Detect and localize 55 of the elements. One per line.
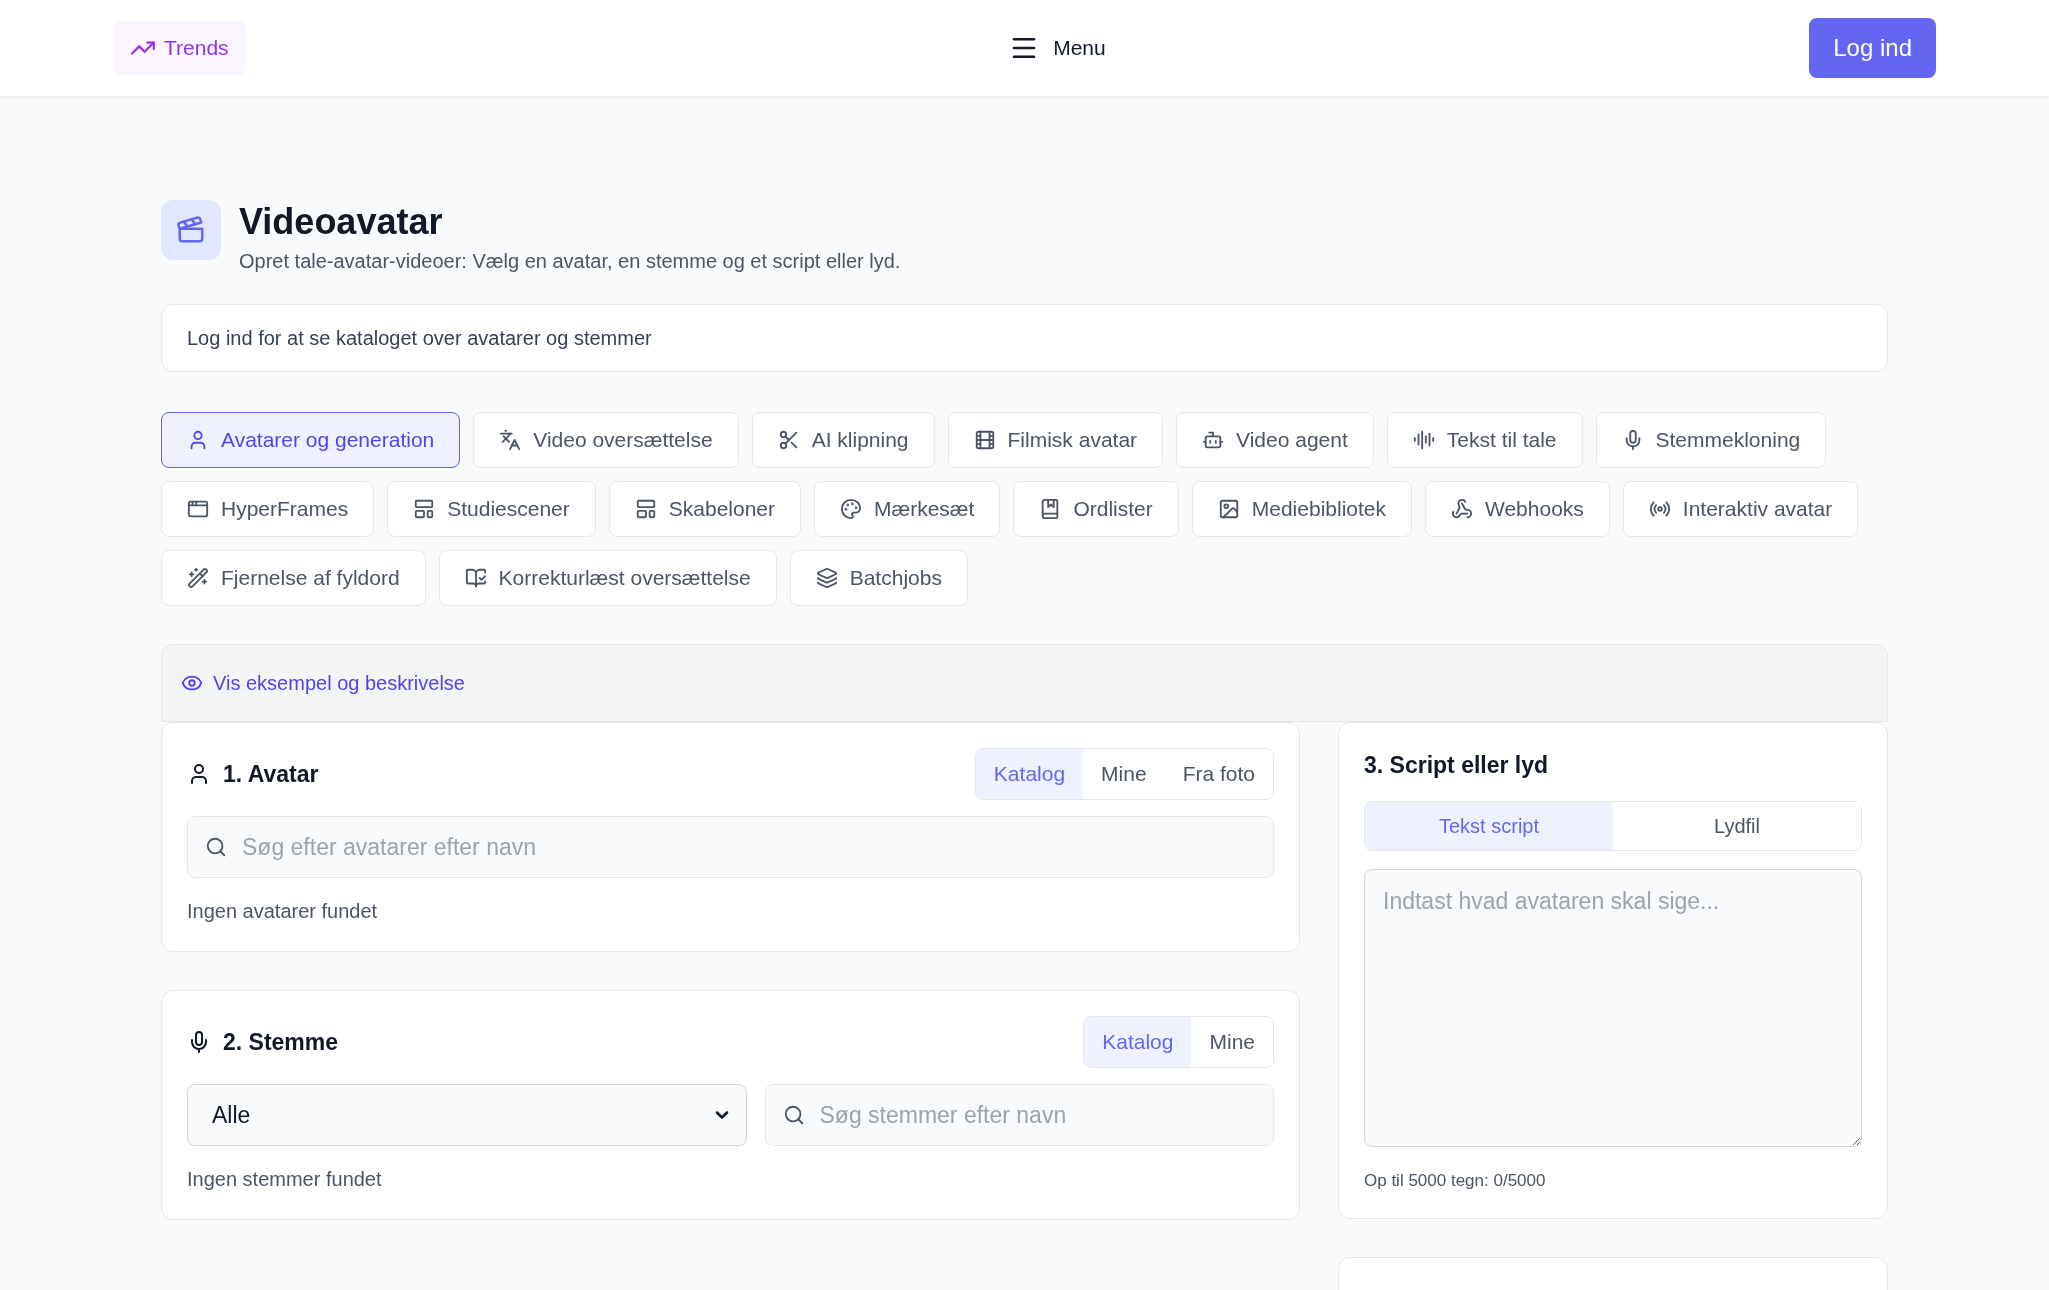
window-icon [187, 498, 209, 520]
search-icon [205, 836, 227, 858]
feature-tab[interactable]: Mærkesæt [814, 481, 1001, 537]
webhook-icon [1451, 498, 1473, 520]
search-field[interactable]: Søg efter avatarer efter navn [187, 816, 1274, 878]
login-button[interactable]: Log ind [1809, 18, 1936, 78]
layout-icon [634, 498, 657, 520]
empty-message: Ingen stemmer fundet [187, 1167, 383, 1192]
search-icon [782, 1104, 805, 1126]
feature-tab[interactable]: Fjernelse af fyldord [161, 550, 426, 606]
layout-icon [413, 498, 436, 520]
feature-tab[interactable]: Video oversættelse [473, 412, 739, 468]
card-title: 3. Script eller lyd [1364, 751, 1550, 780]
feature-tab[interactable]: Batchjobs [789, 550, 968, 606]
image-icon [1217, 498, 1240, 520]
robot-icon [1202, 429, 1225, 451]
segment-tab[interactable]: Katalog [1084, 1017, 1192, 1067]
feature-tab[interactable]: Avatarer og generation [161, 412, 461, 468]
preview-link[interactable]: Vis eksempel og beskrivelse [181, 668, 465, 698]
feature-tab[interactable]: AI klipning [751, 412, 935, 468]
character-counter: Op til 5000 tegn: 0/5000 [1364, 1169, 1547, 1192]
clapperboard-icon [161, 200, 221, 260]
menu-button[interactable]: Menu [1009, 32, 1106, 64]
card-title: 2. Stemme [223, 1027, 339, 1057]
film-icon [973, 429, 996, 451]
magic-wand-icon [187, 567, 209, 589]
page-subtitle: Opret tale-avatar-videoer: Vælg en avatar, en stemme og et script eller lyd. [239, 249, 901, 274]
feature-tab[interactable]: Mediebibliotek [1191, 481, 1412, 537]
segment-tab[interactable]: Katalog [975, 749, 1084, 799]
card-title: 1. Avatar [223, 759, 319, 789]
trends-button[interactable]: Trends [113, 21, 246, 75]
feature-tab[interactable]: Filmisk avatar [947, 412, 1164, 468]
login-notice: Log ind for at se kataloget over avatarer og stemmer [161, 304, 1888, 372]
audio-wave-icon [1412, 429, 1435, 451]
feature-tab[interactable]: Ordlister [1013, 481, 1179, 537]
voice-filter-dropdown[interactable]: Alle [187, 1084, 747, 1146]
feature-tab[interactable]: Skabeloner [608, 481, 802, 537]
feature-tab[interactable]: Stemmekloning [1595, 412, 1827, 468]
book-check-icon [464, 567, 487, 589]
feature-tab[interactable]: Korrekturlæst oversættelse [438, 550, 777, 606]
palette-icon [840, 498, 863, 520]
page-title: Videoavatar [239, 200, 444, 244]
empty-message: Ingen avatarer fundet [187, 899, 379, 924]
feature-tab[interactable]: HyperFrames [161, 481, 375, 537]
layers-icon [815, 567, 838, 589]
feature-tab[interactable]: Video agent [1176, 412, 1374, 468]
search-field[interactable]: Søg stemmer efter navn [764, 1084, 1274, 1146]
scissors-icon [777, 429, 800, 451]
script-textarea[interactable]: Indtast hvad avataren skal sige... [1364, 868, 1862, 1147]
script-mode-tab[interactable]: Tekst script [1365, 801, 1613, 850]
feature-tab[interactable]: Studiescener [387, 481, 596, 537]
feature-tab[interactable]: Webhooks [1425, 481, 1610, 537]
feature-tab[interactable]: Interaktiv avatar [1622, 481, 1859, 537]
feature-tab[interactable]: Tekst til tale [1386, 412, 1583, 468]
translate-icon [499, 429, 522, 451]
